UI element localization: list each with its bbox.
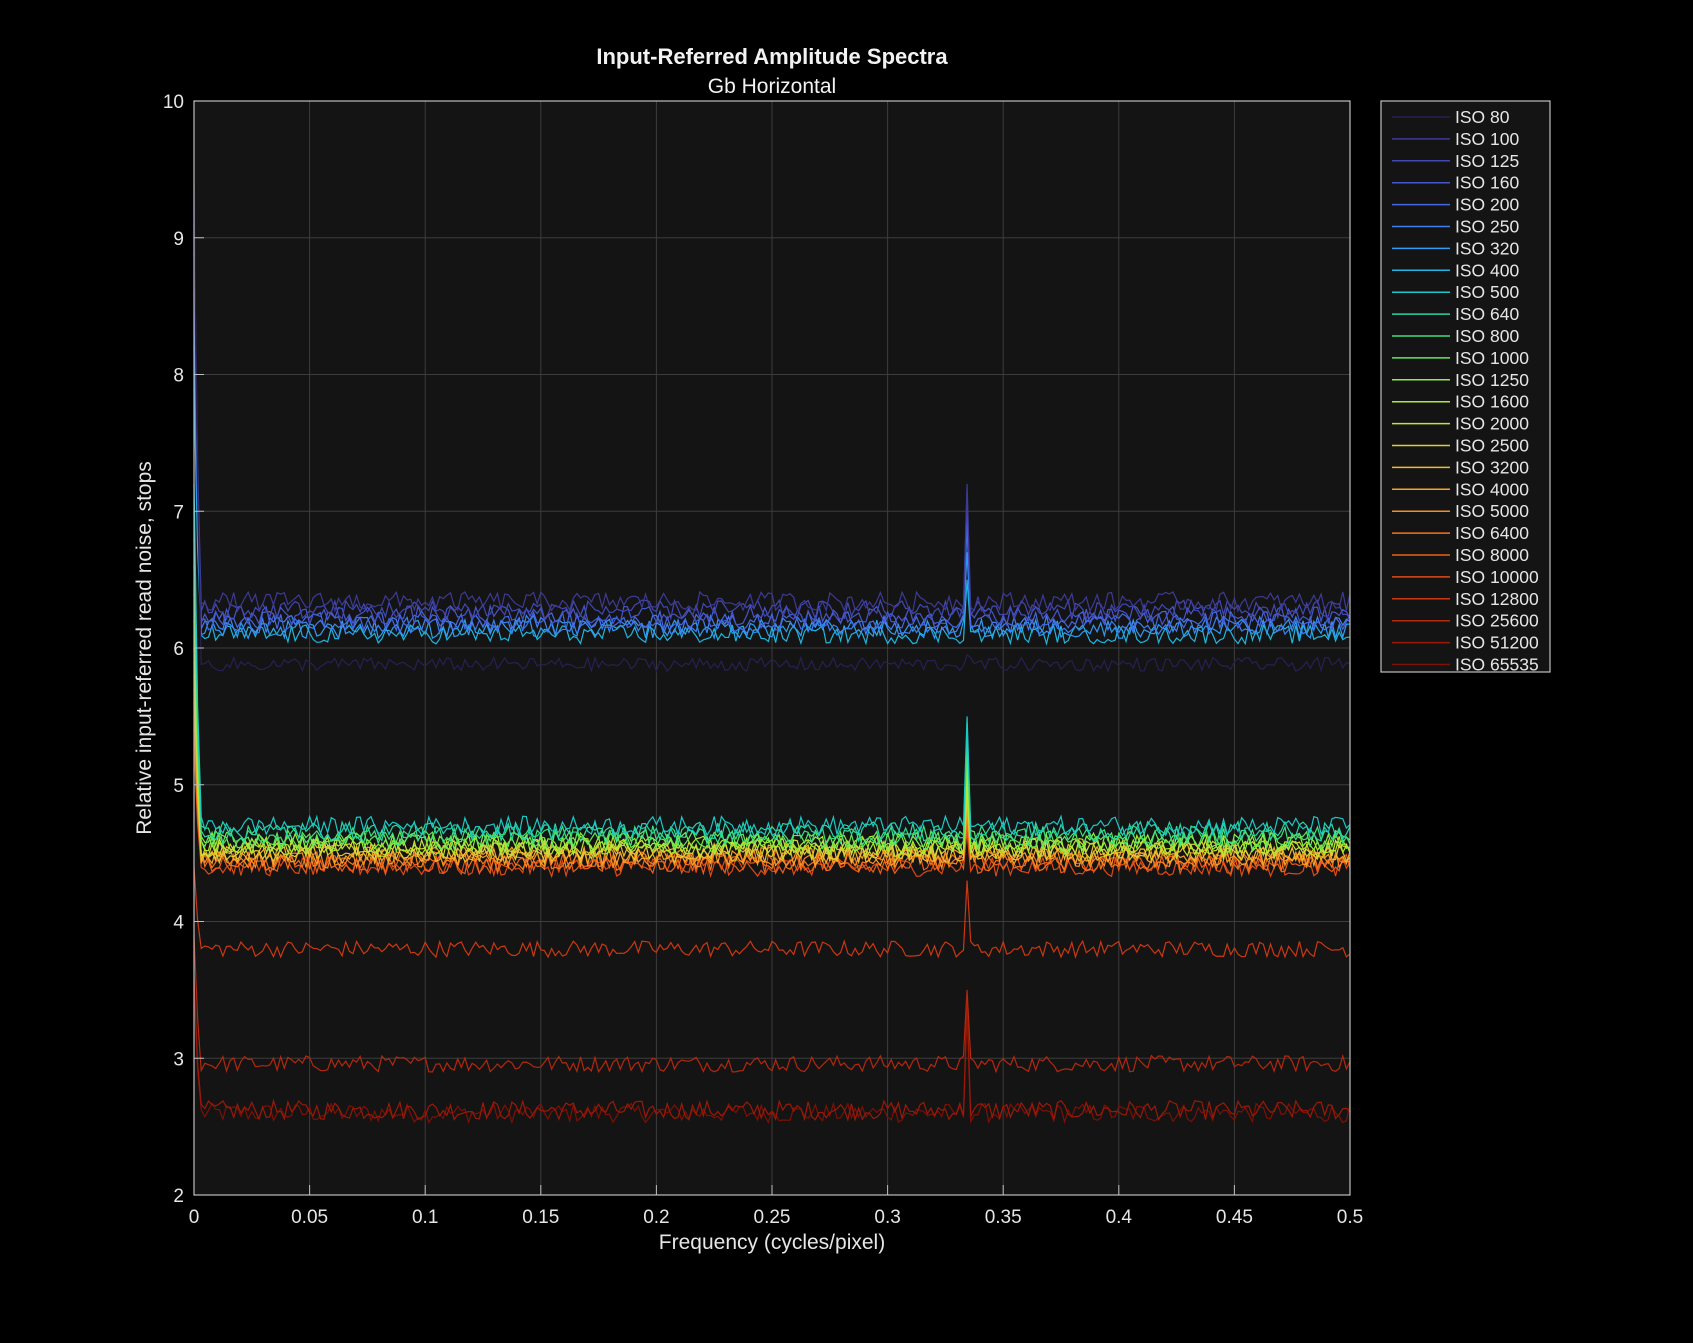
legend-label: ISO 320 [1455, 238, 1519, 258]
legend-label: ISO 1000 [1455, 348, 1529, 368]
legend-label: ISO 200 [1455, 195, 1519, 215]
y-tick-label: 10 [163, 92, 184, 113]
legend-label: ISO 2000 [1455, 414, 1529, 434]
y-tick-label: 7 [173, 502, 184, 523]
x-tick-label: 0.15 [522, 1207, 559, 1228]
y-tick-label: 6 [173, 639, 184, 660]
x-axis-label: Frequency (cycles/pixel) [659, 1231, 885, 1254]
legend-label: ISO 640 [1455, 304, 1519, 324]
y-tick-label: 5 [173, 776, 184, 797]
y-tick-label: 2 [173, 1186, 184, 1207]
legend-label: ISO 51200 [1455, 633, 1539, 653]
legend-label: ISO 10000 [1455, 567, 1539, 587]
legend-label: ISO 500 [1455, 282, 1519, 302]
legend-label: ISO 100 [1455, 129, 1519, 149]
legend-label: ISO 5000 [1455, 501, 1529, 521]
legend: ISO 80ISO 100ISO 125ISO 160ISO 200ISO 25… [1380, 100, 1551, 675]
legend-label: ISO 250 [1455, 217, 1519, 237]
chart-subtitle: Gb Horizontal [708, 75, 836, 98]
legend-label: ISO 2500 [1455, 436, 1529, 456]
legend-label: ISO 4000 [1455, 479, 1529, 499]
legend-label: ISO 8000 [1455, 545, 1529, 565]
legend-label: ISO 25600 [1455, 611, 1539, 631]
legend-label: ISO 125 [1455, 151, 1519, 171]
legend-label: ISO 65535 [1455, 655, 1539, 675]
y-tick-label: 3 [173, 1049, 184, 1070]
legend-label: ISO 6400 [1455, 523, 1529, 543]
x-tick-label: 0.45 [1216, 1207, 1253, 1228]
x-tick-label: 0.3 [874, 1207, 900, 1228]
x-tick-label: 0.5 [1337, 1207, 1363, 1228]
legend-label: ISO 3200 [1455, 457, 1529, 477]
legend-label: ISO 1600 [1455, 392, 1529, 412]
x-tick-label: 0.1 [412, 1207, 438, 1228]
y-axis-label: Relative input-referred read noise, stop… [133, 461, 156, 835]
x-tick-label: 0.35 [985, 1207, 1022, 1228]
y-tick-label: 9 [173, 229, 184, 250]
legend-label: ISO 160 [1455, 173, 1519, 193]
legend-label: ISO 400 [1455, 260, 1519, 280]
x-tick-label: 0 [189, 1207, 200, 1228]
x-tick-label: 0.05 [291, 1207, 328, 1228]
legend-label: ISO 800 [1455, 326, 1519, 346]
chart: Input-Referred Amplitude Spectra Gb Hori… [133, 44, 1551, 1254]
y-tick-label: 4 [173, 913, 184, 934]
legend-label: ISO 12800 [1455, 589, 1539, 609]
legend-label: ISO 1250 [1455, 370, 1529, 390]
chart-title: Input-Referred Amplitude Spectra [596, 44, 948, 69]
y-tick-label: 8 [173, 366, 184, 387]
x-tick-label: 0.2 [643, 1207, 669, 1228]
x-tick-label: 0.25 [754, 1207, 791, 1228]
x-tick-label: 0.4 [1106, 1207, 1133, 1228]
legend-label: ISO 80 [1455, 107, 1510, 127]
